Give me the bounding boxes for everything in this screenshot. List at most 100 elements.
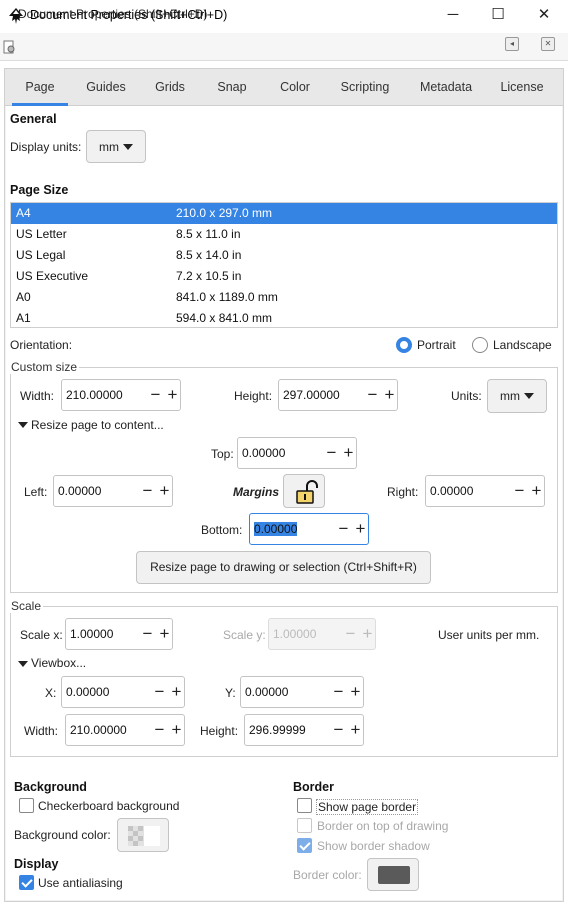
- minus-icon[interactable]: −: [335, 514, 352, 544]
- minimize-button[interactable]: ─: [430, 0, 476, 32]
- units-value: mm: [500, 389, 520, 403]
- show-border-checkbox[interactable]: [297, 798, 312, 813]
- minus-icon[interactable]: −: [151, 677, 168, 707]
- minus-icon[interactable]: −: [364, 380, 381, 410]
- resize-to-drawing-button[interactable]: Resize page to drawing or selection (Ctr…: [136, 551, 431, 584]
- chevron-down-icon: [524, 393, 534, 399]
- maximize-button[interactable]: ☐: [475, 0, 521, 32]
- margins-label: Margins: [233, 485, 280, 499]
- page-size-name: US Legal: [16, 248, 66, 262]
- dock-iconify-button[interactable]: ◂: [505, 37, 519, 51]
- viewbox-height-label: Height:: [200, 724, 239, 738]
- resize-page-expander[interactable]: Resize page to content...: [31, 418, 164, 432]
- scale-y-spinbox: 1.00000 − +: [268, 618, 376, 650]
- page-size-dimensions: 8.5 x 11.0 in: [176, 227, 241, 241]
- plus-icon[interactable]: +: [156, 476, 172, 506]
- top-margin-label: Top:: [211, 447, 234, 461]
- list-item[interactable]: A1 594.0 x 841.0 mm: [11, 308, 557, 327]
- viewbox-width-value: 210.00000: [70, 723, 127, 737]
- bottom-margin-spinbox[interactable]: 0.00000 − +: [249, 513, 369, 545]
- top-margin-value: 0.00000: [242, 446, 286, 460]
- minus-icon[interactable]: −: [139, 619, 156, 649]
- landscape-radio[interactable]: [472, 337, 488, 353]
- portrait-label: Portrait: [417, 338, 456, 352]
- left-margin-value: 0.00000: [58, 484, 102, 498]
- close-button[interactable]: ✕: [521, 0, 567, 32]
- height-spinbox[interactable]: 297.00000 − +: [278, 379, 398, 411]
- display-units-dropdown[interactable]: mm: [86, 130, 146, 163]
- minus-icon[interactable]: −: [147, 380, 164, 410]
- page-size-list[interactable]: A4 210.0 x 297.0 mm US Letter 8.5 x 11.0 i…: [10, 202, 558, 328]
- plus-icon[interactable]: +: [528, 476, 544, 506]
- width-value: 210.00000: [66, 388, 123, 402]
- units-dropdown[interactable]: mm: [487, 379, 547, 413]
- scale-x-value: 1.00000: [70, 627, 114, 641]
- tab-snap[interactable]: Snap: [208, 80, 256, 94]
- plus-icon[interactable]: +: [347, 715, 363, 745]
- transparent-swatch-icon: [128, 826, 160, 846]
- viewbox-expander[interactable]: Viewbox...: [31, 656, 86, 670]
- list-item[interactable]: A0 841.0 x 1189.0 mm: [11, 287, 557, 308]
- tab-metadata[interactable]: Metadata: [410, 80, 482, 94]
- plus-icon[interactable]: +: [340, 438, 356, 468]
- left-margin-spinbox[interactable]: 0.00000 − +: [53, 475, 173, 507]
- plus-icon[interactable]: +: [347, 677, 363, 707]
- minus-icon[interactable]: −: [139, 476, 156, 506]
- minus-icon[interactable]: −: [323, 438, 340, 468]
- orientation-label: Orientation:: [10, 338, 73, 352]
- list-item[interactable]: A4 210.0 x 297.0 mm: [11, 203, 557, 224]
- viewbox-x-label: X:: [45, 686, 57, 700]
- list-item[interactable]: US Executive 7.2 x 10.5 in: [11, 266, 557, 287]
- antialiasing-checkbox[interactable]: [19, 875, 34, 890]
- display-units-value: mm: [99, 140, 119, 154]
- minus-icon: −: [345, 624, 356, 643]
- minus-icon[interactable]: −: [511, 476, 528, 506]
- viewbox-y-label: Y:: [225, 686, 236, 700]
- minus-icon[interactable]: −: [330, 677, 347, 707]
- tab-license[interactable]: License: [494, 80, 550, 94]
- plus-icon[interactable]: +: [352, 514, 368, 544]
- bottom-margin-value: 0.00000: [254, 522, 298, 536]
- list-item[interactable]: US Letter 8.5 x 11.0 in: [11, 224, 557, 245]
- tab-scripting[interactable]: Scripting: [334, 80, 396, 94]
- border-on-top-checkbox: [297, 818, 312, 833]
- page-size-dimensions: 841.0 x 1189.0 mm: [176, 290, 278, 304]
- tab-guides[interactable]: Guides: [80, 80, 132, 94]
- plus-icon[interactable]: +: [164, 380, 180, 410]
- expander-arrow-icon[interactable]: [18, 422, 28, 428]
- top-margin-spinbox[interactable]: 0.00000 − +: [237, 437, 357, 469]
- tab-page[interactable]: Page: [12, 80, 68, 94]
- right-margin-spinbox[interactable]: 0.00000 − +: [425, 475, 545, 507]
- plus-icon: +: [362, 624, 373, 643]
- right-margin-label: Right:: [387, 485, 419, 499]
- antialiasing-label: Use antialiasing: [38, 876, 123, 890]
- viewbox-y-value: 0.00000: [245, 685, 289, 699]
- minus-icon[interactable]: −: [330, 715, 347, 745]
- tab-color[interactable]: Color: [270, 80, 320, 94]
- viewbox-width-label: Width:: [24, 724, 59, 738]
- chevron-down-icon: [123, 144, 133, 150]
- background-color-button[interactable]: [117, 818, 169, 852]
- portrait-radio[interactable]: [396, 337, 412, 353]
- viewbox-x-spinbox[interactable]: 0.00000 − +: [61, 676, 185, 708]
- viewbox-width-spinbox[interactable]: 210.00000 − +: [65, 714, 185, 746]
- tab-grids[interactable]: Grids: [146, 80, 194, 94]
- plus-icon[interactable]: +: [168, 715, 184, 745]
- minus-icon[interactable]: −: [151, 715, 168, 745]
- landscape-label: Landscape: [493, 338, 552, 352]
- checkerboard-checkbox[interactable]: [19, 798, 34, 813]
- margins-lock-button[interactable]: [283, 474, 325, 508]
- list-item[interactable]: US Legal 8.5 x 14.0 in: [11, 245, 557, 266]
- general-heading: General: [10, 112, 57, 126]
- scale-heading: Scale: [9, 599, 44, 613]
- plus-icon[interactable]: +: [168, 677, 184, 707]
- viewbox-x-value: 0.00000: [66, 685, 110, 699]
- viewbox-y-spinbox[interactable]: 0.00000 − +: [240, 676, 364, 708]
- plus-icon[interactable]: +: [156, 619, 172, 649]
- viewbox-height-spinbox[interactable]: 296.99999 − +: [244, 714, 364, 746]
- scale-x-spinbox[interactable]: 1.00000 − +: [65, 618, 173, 650]
- expander-arrow-icon[interactable]: [18, 661, 28, 667]
- width-spinbox[interactable]: 210.00000 − +: [61, 379, 181, 411]
- plus-icon[interactable]: +: [381, 380, 397, 410]
- dock-close-button[interactable]: ✕: [541, 37, 555, 51]
